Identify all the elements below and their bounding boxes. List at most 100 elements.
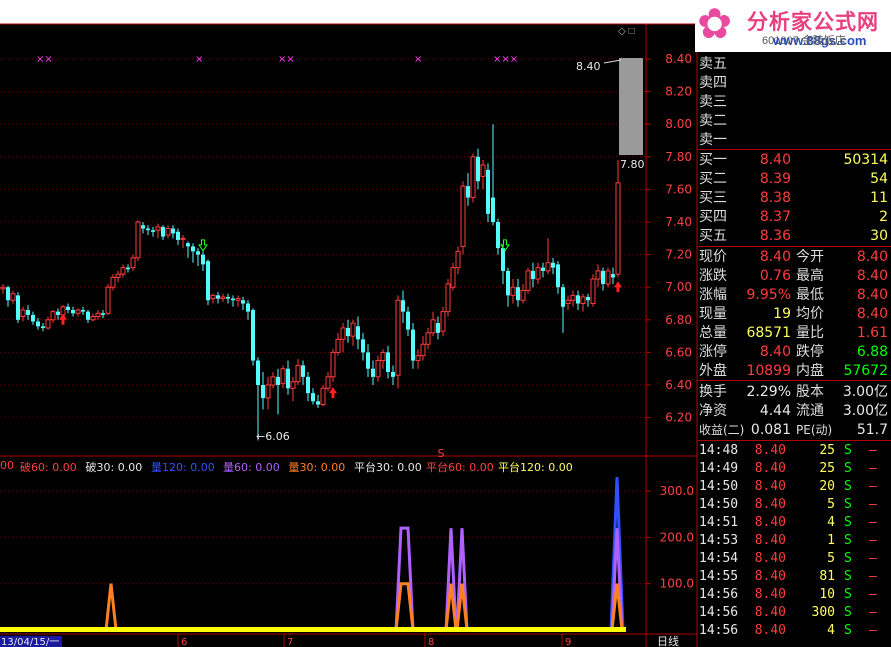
trade-row[interactable]: 14:48 8.40 25 S – [697, 442, 891, 460]
candle-body-up [95, 312, 101, 318]
trade-row[interactable]: 14:51 8.40 4 S – [697, 514, 891, 532]
trade-row[interactable]: 14:56 8.40 300 S – [697, 604, 891, 622]
stat-label: 现量 [699, 306, 727, 322]
trade-row[interactable]: 14:56 8.40 10 S – [697, 586, 891, 604]
candle-body-up [445, 283, 451, 313]
signal-marker: × [195, 54, 203, 65]
candle-body-up [20, 309, 26, 318]
candle-body-down [286, 368, 290, 389]
stat-value: 8.40 [856, 268, 888, 284]
indicator-legend-item: 00 [0, 459, 14, 472]
trade-row[interactable]: 14:50 8.40 5 S – [697, 496, 891, 514]
low-price-label: ←6.06 [256, 430, 290, 443]
trade-row[interactable]: 14:53 8.40 1 S – [697, 532, 891, 550]
candle-body-down [601, 270, 605, 284]
sell-level-label: 卖二 [699, 113, 727, 129]
candle-body-down [586, 296, 590, 301]
price-tick-label: 8.00 [665, 117, 692, 131]
orderbook-divider [697, 149, 891, 150]
candle-body-up [350, 322, 356, 337]
trade-time: 14:56 [699, 623, 739, 638]
stat-value: 8.40 [759, 344, 791, 360]
trade-dash: – [869, 533, 877, 548]
trade-row[interactable]: 14:56 8.40 4 S – [697, 622, 891, 640]
trade-side: S [844, 623, 852, 638]
fundamental-label: 流通 [796, 403, 824, 419]
candle-body-up [120, 267, 126, 275]
candle-body-up [470, 156, 476, 199]
platform-baseline [0, 627, 626, 632]
candle-body-up [615, 182, 621, 275]
stat-value: 8.40 [759, 249, 791, 265]
candle-body-up [45, 319, 51, 329]
candle-body-up [480, 164, 486, 177]
buy-level-label: 买一 [699, 152, 727, 168]
stat-label: 涨跌 [699, 268, 727, 284]
buy-level-price: 8.36 [759, 228, 791, 244]
trade-row[interactable]: 14:49 8.40 25 S – [697, 460, 891, 478]
trade-row[interactable]: 14:54 8.40 5 S – [697, 550, 891, 568]
trade-dash: – [869, 515, 877, 530]
trade-dash: – [869, 497, 877, 512]
trade-row[interactable]: 14:55 8.40 81 S – [697, 568, 891, 586]
stat-value: 0.76 [759, 268, 791, 284]
candle-body-up [295, 364, 301, 383]
trade-volume: 25 [819, 443, 835, 458]
buy-level-label: 买二 [699, 171, 727, 187]
trade-price: 8.40 [754, 479, 786, 494]
fundamental-value: 3.00亿 [842, 403, 888, 419]
trade-volume: 1 [827, 533, 835, 548]
stat-label: 最高 [796, 268, 824, 284]
trade-side: S [844, 551, 852, 566]
candle-body-down [391, 371, 395, 377]
candle-body-down [246, 303, 250, 312]
sell-level-label: 卖一 [699, 132, 727, 148]
date-tick-label: 8 [428, 637, 434, 647]
price-tick-label: 7.60 [665, 182, 692, 196]
signal-marker: ×× [278, 54, 295, 65]
candle-body-down [576, 295, 580, 304]
stat-label: 外盘 [699, 363, 727, 379]
candle-body-down [476, 156, 480, 182]
trade-time: 14:50 [699, 479, 739, 494]
candle-body-down [186, 243, 190, 247]
trade-volume: 5 [827, 497, 835, 512]
high-pointer-line [603, 59, 622, 64]
sell-level-label: 卖五 [699, 56, 727, 72]
candle-body-down [531, 270, 535, 280]
candle-body-up [135, 221, 141, 259]
buy-level-volume: 2 [879, 209, 888, 225]
candle-body-up [290, 381, 296, 389]
trade-side: S [844, 605, 852, 620]
trade-row[interactable]: 14:50 8.40 20 S – [697, 478, 891, 496]
candle-body-up [570, 294, 576, 301]
price-tick-label: 7.40 [665, 215, 692, 229]
fundamental-label: PE(动) [796, 423, 833, 437]
trade-side: S [844, 569, 852, 584]
trade-price: 8.40 [754, 497, 786, 512]
stat-label: 今开 [796, 249, 824, 265]
candle-body-down [316, 401, 320, 405]
candle-body-up [0, 286, 6, 290]
candle-body-up [580, 296, 586, 305]
candle-body-down [56, 311, 60, 315]
price-tick-label: 6.20 [665, 411, 692, 425]
stat-value: 19 [773, 306, 791, 322]
fundamentals-divider [697, 380, 891, 381]
candle-body-down [556, 264, 560, 288]
trade-price: 8.40 [754, 551, 786, 566]
trade-time: 14:50 [699, 497, 739, 512]
fundamental-label: 换手 [699, 384, 727, 400]
candle-body-up [440, 311, 446, 332]
buy-level-price: 8.40 [759, 152, 791, 168]
indicator-tick-label: 300.0 [660, 484, 694, 498]
buy-arrow-icon [59, 313, 67, 325]
trade-side: S [844, 587, 852, 602]
indicator-legend-item: 量30: 0.00 [288, 461, 346, 474]
candle-body-down [611, 274, 615, 278]
candle-body-down [401, 300, 405, 312]
stat-label: 涨幅 [699, 287, 727, 303]
price-tick-label: 7.80 [665, 150, 692, 164]
candle-body-down [66, 306, 70, 311]
fundamental-value: 2.29% [746, 384, 791, 400]
